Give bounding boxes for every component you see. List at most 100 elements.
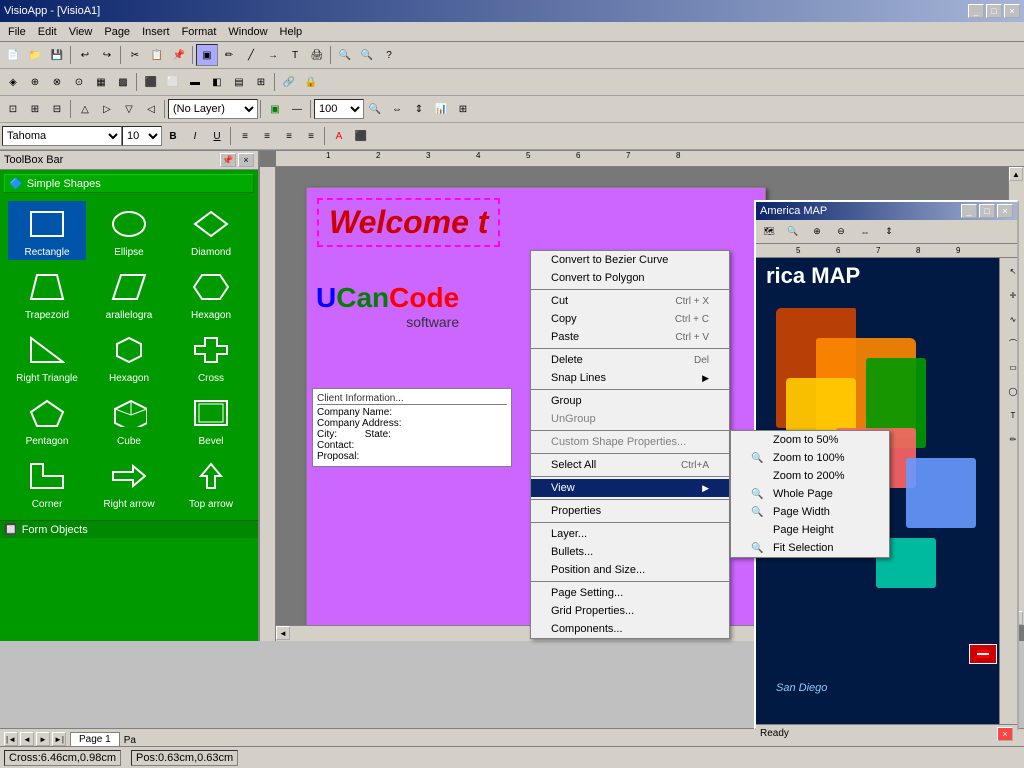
- menu-file[interactable]: File: [2, 24, 32, 40]
- map-tb-1[interactable]: 🗺: [758, 221, 780, 243]
- tb-r2-1[interactable]: ◈: [2, 71, 24, 93]
- tb-r2-3[interactable]: ⊗: [46, 71, 68, 93]
- menu-format[interactable]: Format: [176, 24, 223, 40]
- shape-top-arrow[interactable]: Top arrow: [172, 453, 250, 512]
- shape-parallelogram[interactable]: arallelogra: [90, 264, 168, 323]
- submenu-zoom-50[interactable]: Zoom to 50%: [731, 431, 889, 449]
- menu-page[interactable]: Page: [98, 24, 136, 40]
- tb-align-left[interactable]: ≡: [234, 125, 256, 147]
- shape-right-triangle[interactable]: Right Triangle: [8, 327, 86, 386]
- shape-cube[interactable]: Cube: [90, 390, 168, 449]
- ctx-layer[interactable]: Layer...: [531, 525, 729, 543]
- tb-align-right[interactable]: ≡: [278, 125, 300, 147]
- tb-r3-extra2[interactable]: ⇕: [408, 98, 430, 120]
- tb-copy[interactable]: 📋: [146, 44, 168, 66]
- map-tool-7[interactable]: T: [1002, 404, 1017, 426]
- tb-r2-7[interactable]: ⬛: [140, 71, 162, 93]
- map-tb-4[interactable]: ⊖: [830, 221, 852, 243]
- font-size-select[interactable]: 10: [122, 126, 162, 146]
- map-tool-2[interactable]: ✛: [1002, 284, 1017, 306]
- scroll-left-btn[interactable]: ◄: [276, 626, 290, 640]
- tb-underline[interactable]: U: [206, 125, 228, 147]
- tb-r2-9[interactable]: ▬: [184, 71, 206, 93]
- submenu-fit-selection[interactable]: 🔍 Fit Selection: [731, 539, 889, 557]
- ctx-properties[interactable]: Properties: [531, 502, 729, 520]
- second-maximize[interactable]: □: [979, 204, 995, 218]
- tb-r3-5[interactable]: ▷: [96, 98, 118, 120]
- second-minimize[interactable]: _: [961, 204, 977, 218]
- tb-open[interactable]: 📁: [24, 44, 46, 66]
- tb-r2-11[interactable]: ▤: [228, 71, 250, 93]
- tb-r3-4[interactable]: △: [74, 98, 96, 120]
- ctx-delete[interactable]: Delete Del: [531, 351, 729, 369]
- ctx-page-setting[interactable]: Page Setting...: [531, 584, 729, 602]
- tb-draw[interactable]: ✏: [218, 44, 240, 66]
- toolbox-footer[interactable]: 🔲 Form Objects: [0, 520, 258, 538]
- tb-new[interactable]: 📄: [2, 44, 24, 66]
- shape-cross[interactable]: Cross: [172, 327, 250, 386]
- map-tb-5[interactable]: ⇔: [854, 221, 876, 243]
- tb-highlight[interactable]: ⬛: [350, 125, 372, 147]
- tb-text[interactable]: T: [284, 44, 306, 66]
- page-prev-btn[interactable]: ◄: [20, 732, 34, 746]
- submenu-page-width[interactable]: 🔍 Page Width: [731, 503, 889, 521]
- page-first-btn[interactable]: |◄: [4, 732, 18, 746]
- shape-hexagon[interactable]: Hexagon: [172, 264, 250, 323]
- ctx-snap-lines[interactable]: Snap Lines ▶: [531, 369, 729, 387]
- ctx-select-all[interactable]: Select All Ctrl+A: [531, 456, 729, 474]
- scroll-up-btn[interactable]: ▲: [1009, 167, 1023, 181]
- tb-align-justify[interactable]: ≡: [300, 125, 322, 147]
- map-tb-3[interactable]: ⊕: [806, 221, 828, 243]
- shape-ellipse[interactable]: Ellipse: [90, 201, 168, 260]
- tb-zoom-out[interactable]: 🔍: [356, 44, 378, 66]
- tb-select[interactable]: ▣: [196, 44, 218, 66]
- page-tab-1[interactable]: Page 1: [70, 732, 120, 746]
- ctx-convert-polygon[interactable]: Convert to Polygon: [531, 269, 729, 287]
- minimize-button[interactable]: _: [968, 4, 984, 18]
- map-close-x[interactable]: ×: [997, 727, 1013, 741]
- ctx-convert-bezier[interactable]: Convert to Bezier Curve: [531, 251, 729, 269]
- tb-save[interactable]: 💾: [46, 44, 68, 66]
- menu-edit[interactable]: Edit: [32, 24, 63, 40]
- map-tb-6[interactable]: ⇕: [878, 221, 900, 243]
- submenu-zoom-200[interactable]: Zoom to 200%: [731, 467, 889, 485]
- page-next-btn[interactable]: ►: [36, 732, 50, 746]
- map-tool-3[interactable]: ∿: [1002, 308, 1017, 330]
- tb-bold[interactable]: B: [162, 125, 184, 147]
- tb-r2-13[interactable]: 🔗: [278, 71, 300, 93]
- tb-italic[interactable]: I: [184, 125, 206, 147]
- shape-rectangle[interactable]: Rectangle: [8, 201, 86, 260]
- shape-trapezoid[interactable]: Trapezoid: [8, 264, 86, 323]
- tb-line[interactable]: ╱: [240, 44, 262, 66]
- tb-r3-6[interactable]: ▽: [118, 98, 140, 120]
- shape-diamond[interactable]: Diamond: [172, 201, 250, 260]
- tb-help[interactable]: ?: [378, 44, 400, 66]
- menu-window[interactable]: Window: [222, 24, 273, 40]
- tb-align-center[interactable]: ≡: [256, 125, 278, 147]
- tb-arrow[interactable]: →: [262, 44, 284, 66]
- shape-right-arrow[interactable]: Right arrow: [90, 453, 168, 512]
- tb-r3-extra3[interactable]: 📊: [430, 98, 452, 120]
- map-tool-5[interactable]: ▭: [1002, 356, 1017, 378]
- ctx-copy[interactable]: Copy Ctrl + C: [531, 310, 729, 328]
- map-tool-1[interactable]: ↖: [1002, 260, 1017, 282]
- toolbox-pin[interactable]: 📌: [220, 153, 236, 167]
- tb-r3-2[interactable]: ⊞: [24, 98, 46, 120]
- menu-view[interactable]: View: [63, 24, 99, 40]
- menu-insert[interactable]: Insert: [136, 24, 176, 40]
- close-button[interactable]: ×: [1004, 4, 1020, 18]
- map-tool-8[interactable]: ✏: [1002, 428, 1017, 450]
- shape-pentagon[interactable]: Pentagon: [8, 390, 86, 449]
- tb-r2-2[interactable]: ⊕: [24, 71, 46, 93]
- map-tool-6[interactable]: ◯: [1002, 380, 1017, 402]
- map-tb-2[interactable]: 🔍: [782, 221, 804, 243]
- tb-cut[interactable]: ✂: [124, 44, 146, 66]
- menu-help[interactable]: Help: [274, 24, 309, 40]
- ctx-group[interactable]: Group: [531, 392, 729, 410]
- second-close[interactable]: ×: [997, 204, 1013, 218]
- ctx-bullets[interactable]: Bullets...: [531, 543, 729, 561]
- shape-hexagon2[interactable]: Hexagon: [90, 327, 168, 386]
- tb-r2-14[interactable]: 🔒: [300, 71, 322, 93]
- font-select[interactable]: Tahoma: [2, 126, 122, 146]
- tb-zoom-fit[interactable]: 🔍: [364, 98, 386, 120]
